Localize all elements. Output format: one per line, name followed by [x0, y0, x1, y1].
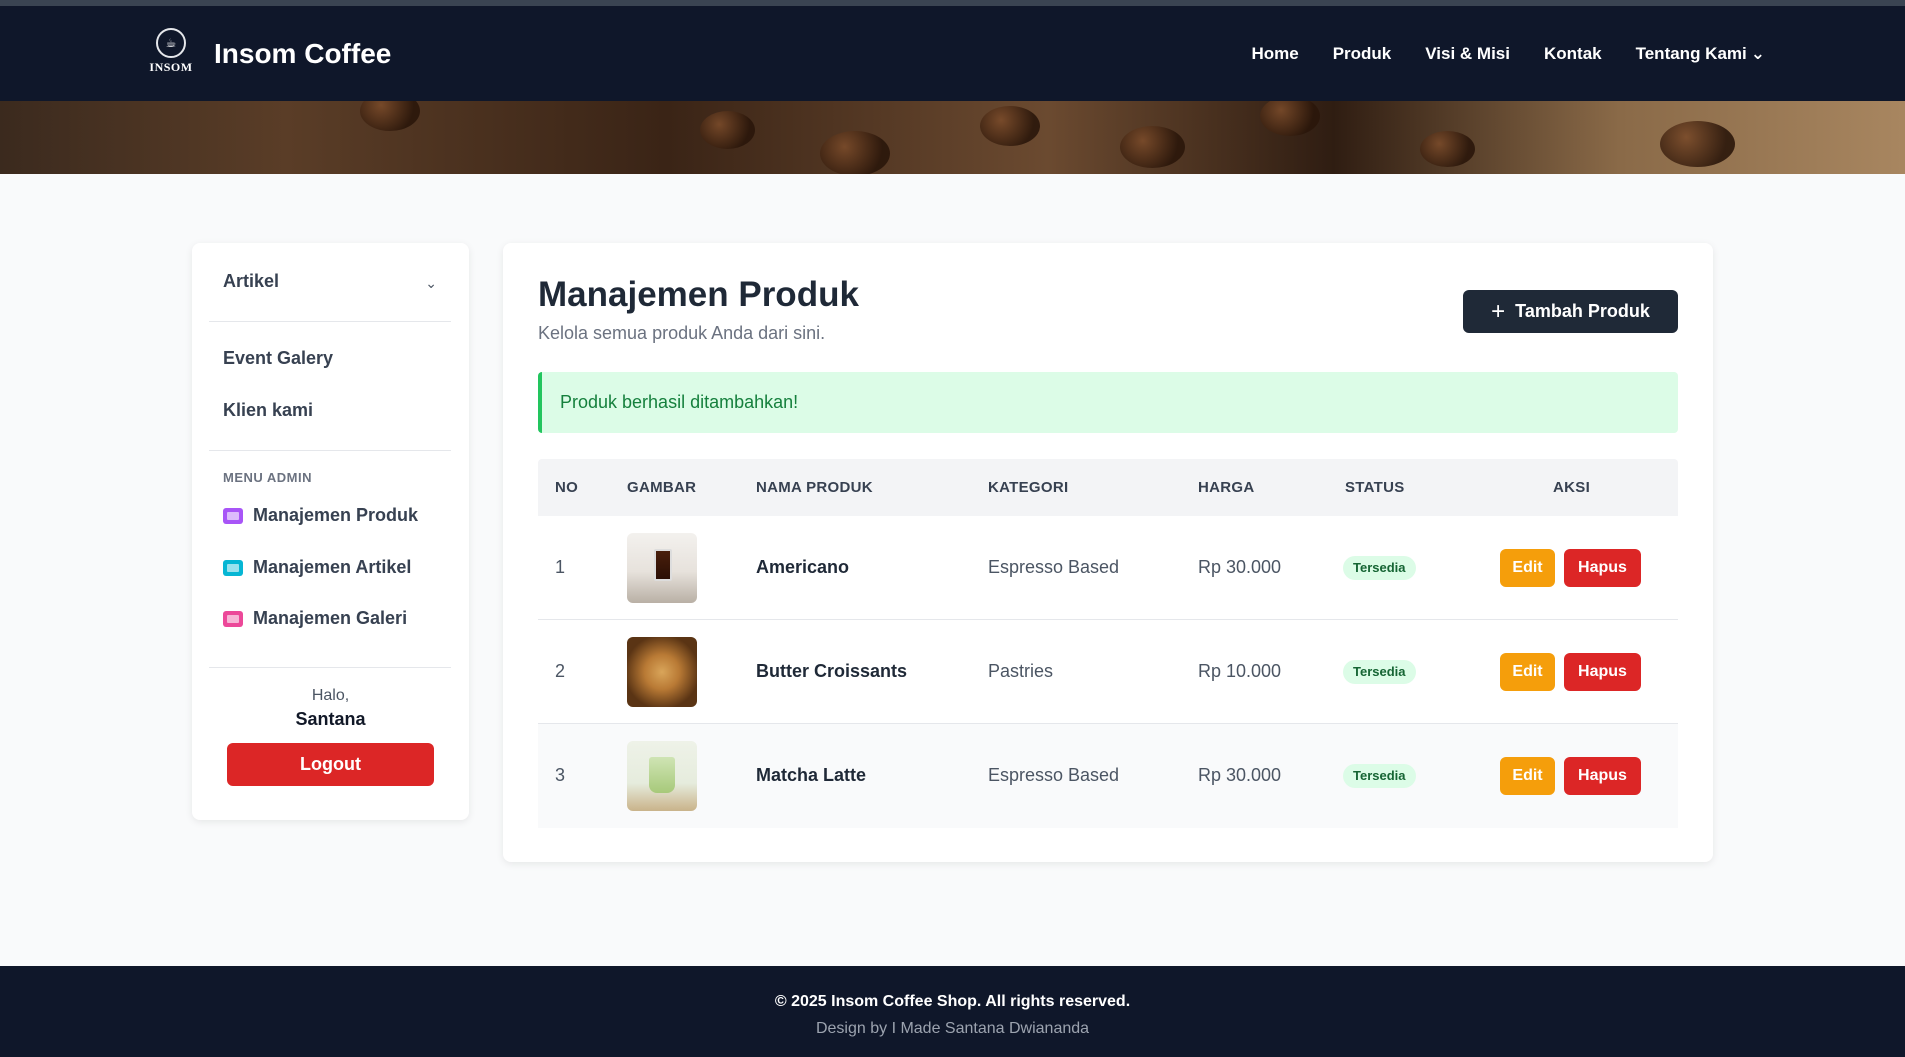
edit-button[interactable]: Edit: [1500, 757, 1555, 795]
product-image-matcha-latte: [627, 741, 697, 811]
design-credit: Design by I Made Santana Dwiananda: [815, 1020, 1090, 1037]
newspaper-icon: [223, 559, 243, 576]
nav-kontak[interactable]: Kontak: [1544, 44, 1602, 64]
nav-tentang-kami-dropdown[interactable]: Tentang Kami: [1636, 44, 1765, 64]
divider: [209, 450, 451, 451]
sidebar-item-label: Manajemen Artikel: [253, 557, 412, 577]
nav-visi-misi[interactable]: Visi & Misi: [1425, 44, 1510, 64]
column-header-gambar: GAMBAR: [627, 479, 697, 496]
sidebar-item-manajemen-galeri[interactable]: Manajemen Galeri: [223, 608, 407, 629]
product-name: Butter Croissants: [756, 661, 908, 681]
sidebar: Artikel ⌄ Event Galery Klien kami MENU A…: [192, 243, 469, 820]
edit-button[interactable]: Edit: [1500, 653, 1555, 691]
table-row: 2 Butter Croissants Pastries Rp 10.000 T…: [538, 620, 1678, 724]
row-number: 2: [555, 661, 566, 681]
sidebar-item-label: Manajemen Galeri: [253, 608, 408, 628]
sidebar-item-manajemen-produk[interactable]: Manajemen Produk: [223, 505, 418, 526]
chevron-down-icon[interactable]: ⌄: [425, 275, 437, 292]
column-header-harga: HARGA: [1198, 479, 1255, 496]
product-name: Matcha Latte: [756, 765, 867, 785]
product-price: Rp 10.000: [1198, 661, 1282, 681]
page-subtitle: Kelola semua produk Anda dari sini.: [538, 323, 826, 343]
sidebar-item-artikel[interactable]: Artikel: [223, 271, 279, 292]
status-badge: Tersedia: [1343, 660, 1416, 684]
table-row: 1 Americano Espresso Based Rp 30.000 Ter…: [538, 516, 1678, 620]
sidebar-item-klien-kami[interactable]: Klien kami: [223, 400, 313, 421]
product-image-butter-croissants: [627, 637, 697, 707]
logo-seal-icon: ☕: [156, 28, 186, 58]
delete-button[interactable]: Hapus: [1564, 653, 1641, 691]
nav-produk[interactable]: Produk: [1333, 44, 1392, 64]
main-nav: Home Produk Visi & Misi Kontak Tentang K…: [1251, 44, 1765, 64]
product-image-americano: [627, 533, 697, 603]
product-table: NO GAMBAR NAMA PRODUK KATEGORI HARGA STA…: [538, 459, 1678, 828]
divider: [209, 321, 451, 322]
logo-text: INSOM: [149, 60, 193, 74]
brand-name: Insom Coffee: [214, 38, 392, 69]
column-header-status: STATUS: [1345, 479, 1405, 496]
column-header-aksi: AKSI: [1553, 479, 1591, 496]
menu-admin-heading: MENU ADMIN: [223, 470, 313, 485]
status-badge: Tersedia: [1343, 764, 1416, 788]
divider: [209, 667, 451, 668]
brand[interactable]: ☕ INSOM Insom Coffee: [148, 28, 391, 80]
sidebar-item-manajemen-artikel[interactable]: Manajemen Artikel: [223, 557, 411, 578]
add-product-label: Tambah Produk: [1515, 301, 1650, 321]
navbar: ☕ INSOM Insom Coffee Home Produk Visi & …: [0, 6, 1905, 101]
product-price: Rp 30.000: [1198, 765, 1282, 785]
copyright-text: © 2025 Insom Coffee Shop. All rights res…: [774, 993, 1131, 1010]
product-category: Pastries: [988, 661, 1054, 681]
product-price: Rp 30.000: [1198, 557, 1282, 577]
product-category: Espresso Based: [988, 557, 1120, 577]
column-header-kategori: KATEGORI: [988, 479, 1069, 496]
add-product-button[interactable]: + Tambah Produk: [1463, 290, 1678, 333]
username: Santana: [295, 709, 366, 729]
plus-icon: +: [1491, 297, 1506, 325]
column-header-nama-produk: NAMA PRODUK: [756, 479, 873, 496]
sidebar-item-label: Manajemen Produk: [253, 505, 419, 525]
success-alert: Produk berhasil ditambahkan!: [538, 372, 1678, 433]
row-number: 1: [555, 557, 566, 577]
sidebar-item-event-galery[interactable]: Event Galery: [223, 348, 333, 369]
hero-banner-image: [0, 101, 1905, 174]
image-icon: [223, 610, 243, 627]
column-header-no: NO: [555, 479, 579, 496]
row-number: 3: [555, 765, 566, 785]
insom-logo: ☕ INSOM: [148, 28, 194, 80]
box-icon: [223, 507, 243, 524]
product-category: Espresso Based: [988, 765, 1120, 785]
nav-home[interactable]: Home: [1251, 44, 1298, 64]
greeting: Halo,: [311, 687, 350, 704]
logout-button[interactable]: Logout: [227, 743, 434, 786]
product-name: Americano: [756, 557, 850, 577]
delete-button[interactable]: Hapus: [1564, 549, 1641, 587]
table-header: NO GAMBAR NAMA PRODUK KATEGORI HARGA STA…: [538, 459, 1678, 516]
table-row: 3 Matcha Latte Espresso Based Rp 30.000 …: [538, 724, 1678, 828]
status-badge: Tersedia: [1343, 556, 1416, 580]
footer: © 2025 Insom Coffee Shop. All rights res…: [0, 966, 1905, 1057]
page-title: Manajemen Produk: [538, 275, 859, 314]
delete-button[interactable]: Hapus: [1564, 757, 1641, 795]
edit-button[interactable]: Edit: [1500, 549, 1555, 587]
product-management-panel: Manajemen Produk Kelola semua produk And…: [503, 243, 1713, 862]
